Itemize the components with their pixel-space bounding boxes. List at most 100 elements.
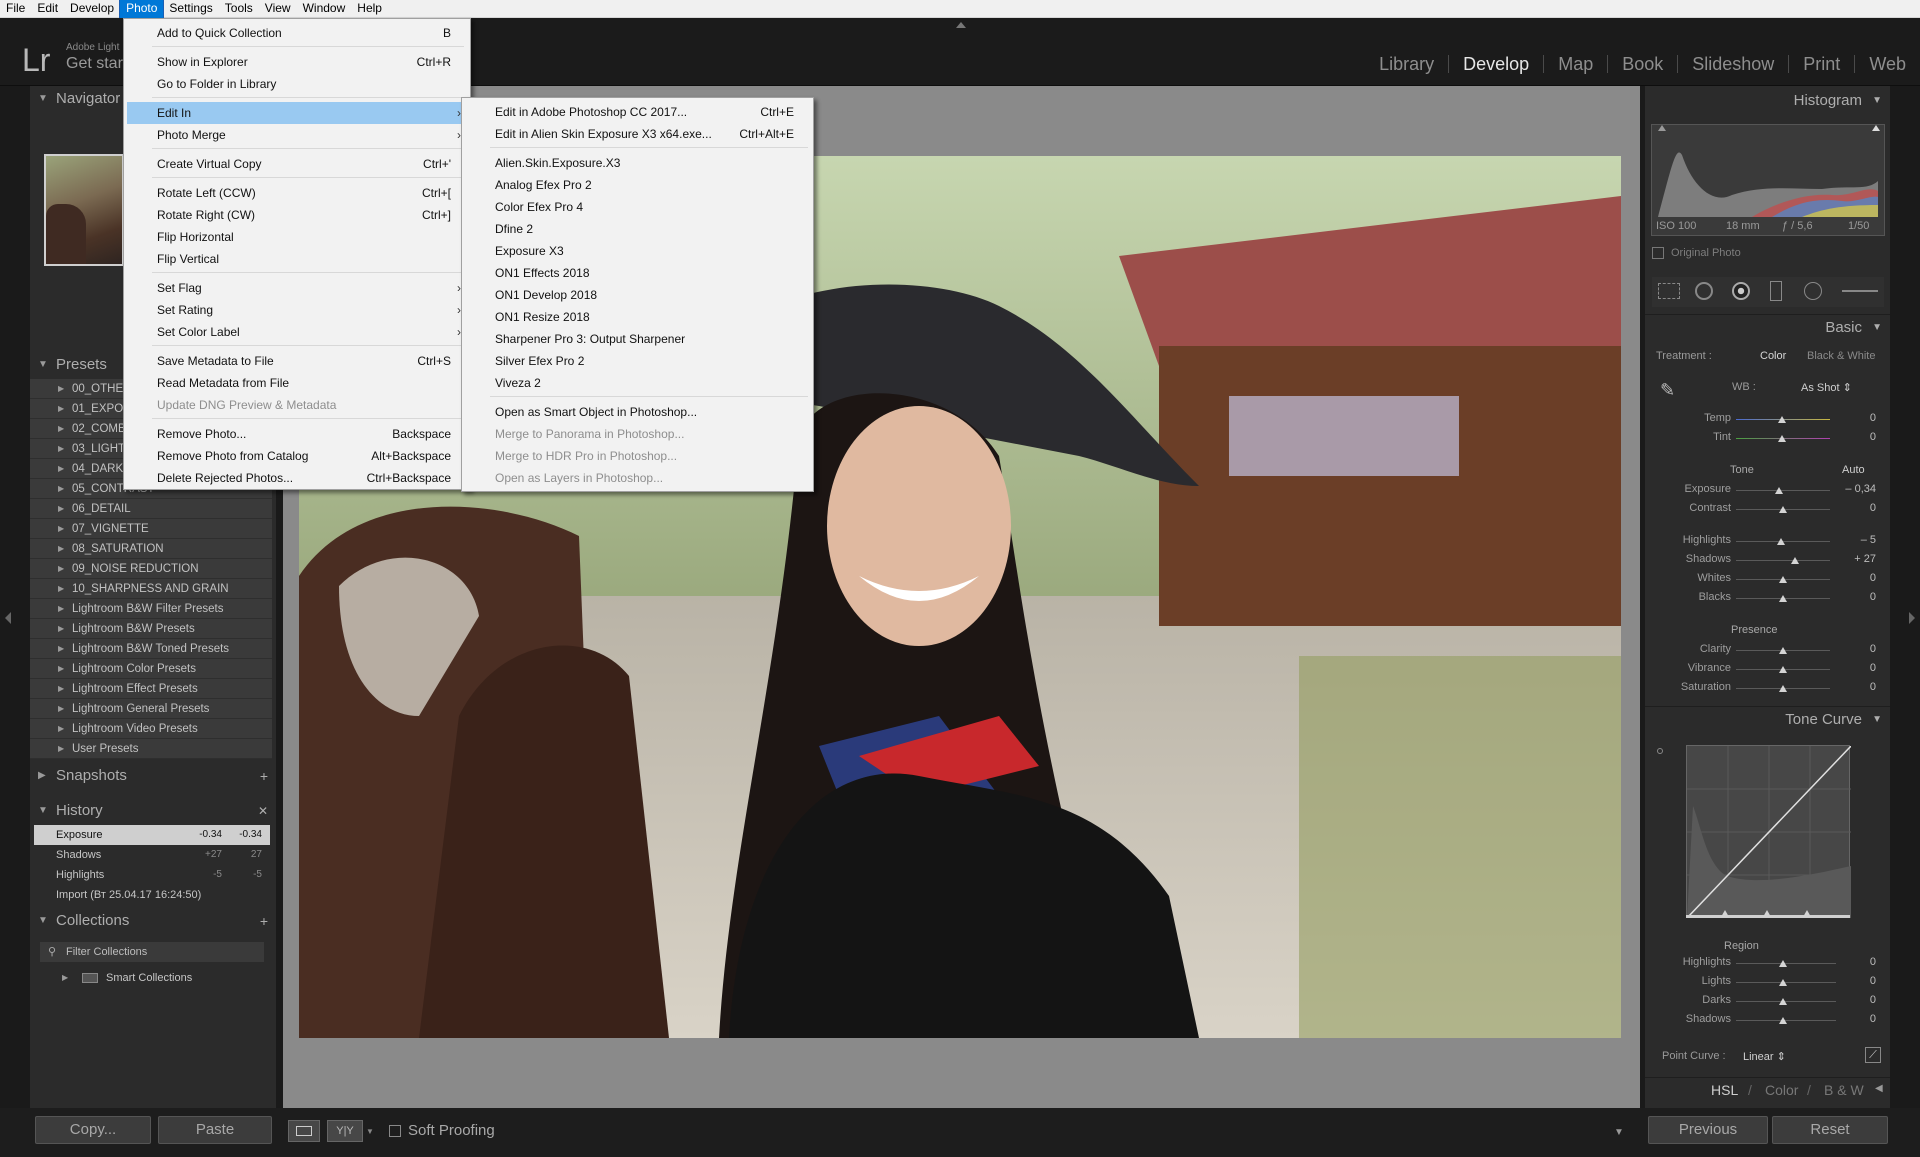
tab-hsl[interactable]: HSL	[1711, 1082, 1738, 1098]
target-adjustment-icon[interactable]	[1657, 748, 1663, 754]
menu-view[interactable]: View	[259, 0, 297, 18]
edit-point-curve-icon[interactable]: ⟋	[1865, 1047, 1881, 1063]
treatment-bw-option[interactable]: Black & White	[1807, 350, 1875, 362]
menu-item[interactable]: Set Rating ›	[127, 299, 469, 321]
paste-button[interactable]: Paste	[158, 1116, 272, 1144]
menu-item[interactable]: Set Flag ›	[127, 277, 469, 299]
submenu-item[interactable]: Viveza 2	[465, 372, 812, 394]
histogram-header[interactable]: Histogram ▼	[1645, 88, 1890, 114]
menu-photo[interactable]: Photo	[119, 0, 165, 19]
menu-item[interactable]: Delete Rejected Photos... Ctrl+Backspace	[127, 467, 469, 489]
spot-removal-icon[interactable]	[1695, 282, 1713, 300]
basic-header[interactable]: Basic ▼	[1645, 314, 1890, 340]
menu-item[interactable]: Remove Photo from Catalog Alt+Backspace	[127, 445, 469, 467]
menu-item[interactable]: Save Metadata to File Ctrl+S	[127, 350, 469, 372]
menu-edit[interactable]: Edit	[31, 0, 64, 18]
submenu-item[interactable]: Edit in Alien Skin Exposure X3 x64.exe..…	[465, 123, 812, 145]
history-header[interactable]: ▼ History ✕	[30, 798, 276, 824]
original-photo-checkbox[interactable]	[1652, 247, 1664, 259]
slider-knob[interactable]	[1779, 960, 1787, 967]
before-after-icon[interactable]: Y|Y	[327, 1120, 363, 1142]
module-develop[interactable]: Develop	[1449, 55, 1545, 73]
soft-proofing-checkbox[interactable]	[389, 1125, 401, 1137]
preset-folder[interactable]: ▶ Lightroom B&W Presets	[30, 619, 272, 639]
submenu-item[interactable]: ON1 Effects 2018	[465, 262, 812, 284]
preset-folder[interactable]: ▶ Lightroom Effect Presets	[30, 679, 272, 699]
slider-knob[interactable]	[1779, 979, 1787, 986]
menu-item[interactable]: Photo Merge ›	[127, 124, 469, 146]
history-step[interactable]: Import (Вт 25.04.17 16:24:50)	[34, 885, 270, 905]
submenu-item[interactable]: Alien.Skin.Exposure.X3	[465, 152, 812, 174]
submenu-item[interactable]: Color Efex Pro 4	[465, 196, 812, 218]
copy-button[interactable]: Copy...	[35, 1116, 151, 1144]
submenu-item[interactable]: ON1 Develop 2018	[465, 284, 812, 306]
module-web[interactable]: Web	[1855, 55, 1920, 73]
preset-folder[interactable]: ▶ Lightroom B&W Toned Presets	[30, 639, 272, 659]
submenu-item[interactable]: ON1 Resize 2018	[465, 306, 812, 328]
submenu-item[interactable]: Edit in Adobe Photoshop CC 2017... Ctrl+E	[465, 101, 812, 123]
slider-knob[interactable]	[1779, 576, 1787, 583]
module-map[interactable]: Map	[1544, 55, 1609, 73]
menu-item[interactable]: Edit In ›	[127, 102, 469, 124]
preset-folder[interactable]: ▶ User Presets	[30, 739, 272, 759]
preset-folder[interactable]: ▶ 06_DETAIL	[30, 499, 272, 519]
menu-item[interactable]: Rotate Right (CW) Ctrl+]	[127, 204, 469, 226]
tab-color[interactable]: Color	[1765, 1082, 1798, 1098]
menu-file[interactable]: File	[0, 0, 31, 18]
submenu-item[interactable]: Open as Smart Object in Photoshop...	[465, 401, 812, 423]
menu-item[interactable]: Flip Horizontal	[127, 226, 469, 248]
dropdown-arrow-icon[interactable]: ▼	[366, 1127, 374, 1136]
preset-folder[interactable]: ▶ Lightroom Color Presets	[30, 659, 272, 679]
tab-bw[interactable]: B & W	[1824, 1082, 1864, 1098]
navigator-preview[interactable]	[44, 154, 124, 266]
menu-item[interactable]: Add to Quick Collection B	[127, 22, 469, 44]
preset-folder[interactable]: ▶ 09_NOISE REDUCTION	[30, 559, 272, 579]
toolbar-menu-icon[interactable]: ▼	[1614, 1127, 1624, 1138]
right-panel-toggle-icon[interactable]	[1909, 612, 1915, 624]
menu-settings[interactable]: Settings	[163, 0, 218, 18]
adjust-slider[interactable]	[1736, 490, 1830, 491]
submenu-item[interactable]: Silver Efex Pro 2	[465, 350, 812, 372]
graduated-filter-icon[interactable]	[1770, 281, 1782, 301]
preset-folder[interactable]: ▶ Lightroom B&W Filter Presets	[30, 599, 272, 619]
preset-folder[interactable]: ▶ 10_SHARPNESS AND GRAIN	[30, 579, 272, 599]
crop-tool-icon[interactable]	[1658, 283, 1680, 299]
red-eye-icon[interactable]	[1732, 282, 1750, 300]
preset-folder[interactable]: ▶ Lightroom General Presets	[30, 699, 272, 719]
split-point-knob-2[interactable]	[1763, 910, 1771, 917]
menu-item[interactable]: Remove Photo... Backspace	[127, 423, 469, 445]
history-step[interactable]: Highlights -5 -5	[34, 865, 270, 885]
menu-item[interactable]: Set Color Label ›	[127, 321, 469, 343]
add-collection-icon[interactable]: +	[260, 908, 268, 934]
slider-knob[interactable]	[1779, 647, 1787, 654]
tone-curve-graph[interactable]	[1686, 745, 1852, 919]
preset-folder[interactable]: ▶ Lightroom Video Presets	[30, 719, 272, 739]
module-book[interactable]: Book	[1608, 55, 1679, 73]
add-snapshot-icon[interactable]: +	[260, 763, 268, 789]
slider-knob[interactable]	[1791, 557, 1799, 564]
radial-filter-icon[interactable]	[1804, 282, 1822, 300]
module-library[interactable]: Library	[1365, 55, 1450, 73]
snapshots-header[interactable]: ▶ Snapshots +	[30, 763, 276, 789]
slider-knob[interactable]	[1777, 538, 1785, 545]
point-curve-dropdown[interactable]: Linear ⇕	[1743, 1050, 1786, 1063]
slider-knob[interactable]	[1779, 998, 1787, 1005]
top-panel-toggle-icon[interactable]	[956, 22, 966, 28]
filter-collections-field[interactable]: ⚲ Filter Collections	[40, 942, 264, 962]
treatment-color-option[interactable]: Color	[1760, 350, 1786, 362]
history-step[interactable]: Shadows +27 27	[34, 845, 270, 865]
adjustment-brush-icon[interactable]	[1842, 290, 1878, 292]
submenu-item[interactable]: Exposure X3	[465, 240, 812, 262]
clear-history-icon[interactable]: ✕	[258, 798, 268, 824]
wb-eyedropper-icon[interactable]: ✎	[1660, 380, 1682, 402]
collections-header[interactable]: ▼ Collections +	[30, 908, 276, 934]
submenu-item[interactable]: Analog Efex Pro 2	[465, 174, 812, 196]
menu-item[interactable]: Show in Explorer Ctrl+R	[127, 51, 469, 73]
temp-slider-knob[interactable]	[1778, 416, 1786, 423]
menu-develop[interactable]: Develop	[64, 0, 120, 18]
tone-curve-header[interactable]: Tone Curve ▼	[1645, 706, 1890, 732]
menu-tools[interactable]: Tools	[219, 0, 259, 18]
slider-knob[interactable]	[1779, 506, 1787, 513]
menu-item[interactable]: Go to Folder in Library	[127, 73, 469, 95]
slider-knob[interactable]	[1775, 487, 1783, 494]
